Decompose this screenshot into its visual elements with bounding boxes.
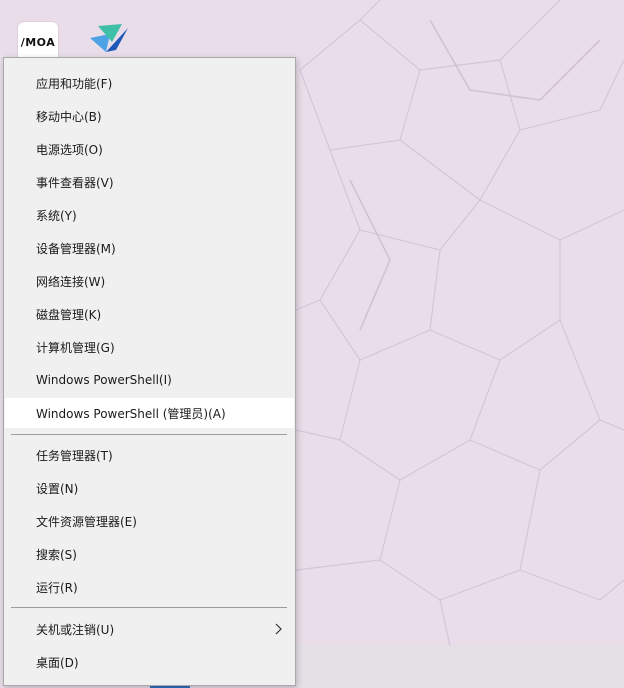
menu-item-label: 任务管理器(T) bbox=[36, 448, 113, 463]
menu-item-label: Windows PowerShell(I) bbox=[36, 373, 172, 387]
menu-item-event-viewer[interactable]: 事件查看器(V) bbox=[5, 167, 294, 197]
menu-item-label: 网络连接(W) bbox=[36, 274, 106, 289]
menu-item-label: 系统(Y) bbox=[36, 208, 77, 223]
menu-item-powershell[interactable]: Windows PowerShell(I) bbox=[5, 365, 294, 395]
menu-item-task-manager[interactable]: 任务管理器(T) bbox=[5, 440, 294, 470]
chevron-right-icon bbox=[275, 623, 282, 635]
menu-item-label: 运行(R) bbox=[36, 580, 78, 595]
desktop: /MOA 应用和功能(F) 移动中心(B) 电源选项(O) 事件查看器(V) 系… bbox=[0, 0, 624, 688]
menu-item-label: 磁盘管理(K) bbox=[36, 307, 102, 322]
menu-item-label: 设置(N) bbox=[36, 481, 79, 496]
bottom-strip bbox=[296, 646, 624, 688]
menu-item-label: 桌面(D) bbox=[36, 655, 79, 670]
menu-item-search[interactable]: 搜索(S) bbox=[5, 539, 294, 569]
menu-item-power-options[interactable]: 电源选项(O) bbox=[5, 134, 294, 164]
menu-item-label: 关机或注销(U) bbox=[36, 622, 115, 637]
menu-item-settings[interactable]: 设置(N) bbox=[5, 473, 294, 503]
menu-item-apps-features[interactable]: 应用和功能(F) bbox=[5, 68, 294, 98]
menu-item-label: 应用和功能(F) bbox=[36, 76, 113, 91]
menu-item-shutdown-signout[interactable]: 关机或注销(U) bbox=[5, 614, 294, 644]
winx-context-menu: 应用和功能(F) 移动中心(B) 电源选项(O) 事件查看器(V) 系统(Y) … bbox=[3, 57, 296, 686]
bird-app-icon[interactable] bbox=[88, 20, 128, 60]
menu-separator bbox=[11, 607, 287, 608]
menu-item-file-explorer[interactable]: 文件资源管理器(E) bbox=[5, 506, 294, 536]
menu-item-network-connections[interactable]: 网络连接(W) bbox=[5, 266, 294, 296]
moa-app-label: /MOA bbox=[20, 35, 56, 49]
menu-item-powershell-admin[interactable]: Windows PowerShell (管理员)(A) bbox=[5, 398, 294, 428]
menu-item-system[interactable]: 系统(Y) bbox=[5, 200, 294, 230]
menu-item-desktop[interactable]: 桌面(D) bbox=[5, 647, 294, 677]
menu-item-label: 移动中心(B) bbox=[36, 109, 102, 124]
menu-separator bbox=[11, 434, 287, 435]
menu-item-label: 计算机管理(G) bbox=[36, 340, 115, 355]
menu-item-disk-management[interactable]: 磁盘管理(K) bbox=[5, 299, 294, 329]
menu-item-label: Windows PowerShell (管理员)(A) bbox=[36, 406, 226, 421]
menu-item-label: 文件资源管理器(E) bbox=[36, 514, 137, 529]
menu-item-label: 电源选项(O) bbox=[36, 142, 103, 157]
menu-item-computer-management[interactable]: 计算机管理(G) bbox=[5, 332, 294, 362]
moa-app-icon[interactable]: /MOA bbox=[18, 22, 58, 62]
menu-item-label: 设备管理器(M) bbox=[36, 241, 116, 256]
menu-item-mobility-center[interactable]: 移动中心(B) bbox=[5, 101, 294, 131]
menu-item-device-manager[interactable]: 设备管理器(M) bbox=[5, 233, 294, 263]
menu-item-run[interactable]: 运行(R) bbox=[5, 572, 294, 602]
menu-item-label: 搜索(S) bbox=[36, 547, 77, 562]
menu-item-label: 事件查看器(V) bbox=[36, 175, 114, 190]
